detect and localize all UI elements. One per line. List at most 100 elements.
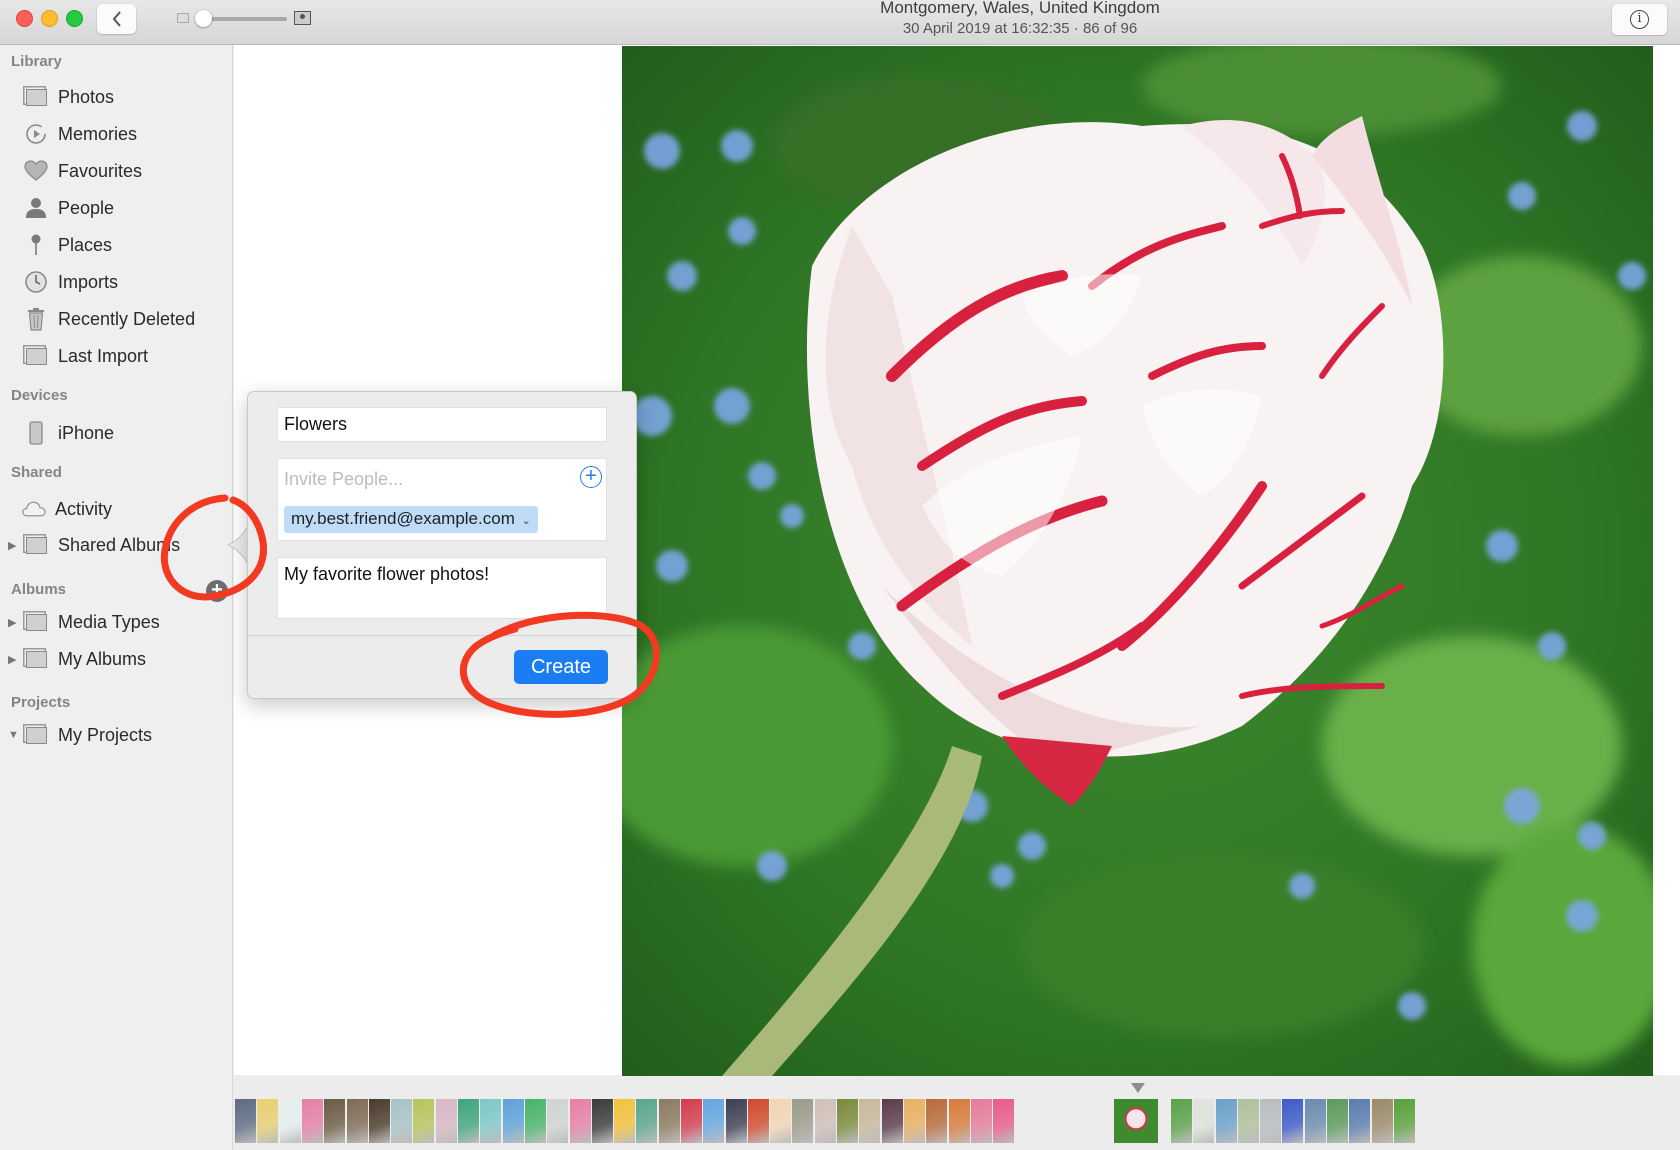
- filmstrip-thumbnail[interactable]: [815, 1099, 836, 1143]
- filmstrip-thumbnail[interactable]: [681, 1099, 702, 1143]
- filmstrip-thumbnail[interactable]: [280, 1099, 301, 1143]
- sidebar-item-label: My Projects: [58, 724, 153, 745]
- sidebar-item-recently-deleted[interactable]: Recently Deleted: [0, 303, 232, 335]
- disclosure-triangle-collapsed-icon[interactable]: ▶: [8, 539, 16, 552]
- sidebar-item-my-albums[interactable]: ▶ My Albums: [0, 643, 232, 675]
- filmstrip-thumbnail[interactable]: [1216, 1099, 1237, 1143]
- sidebar-item-shared-albums[interactable]: ▶ Shared Albums: [0, 529, 232, 561]
- filmstrip-thumbnail[interactable]: [1372, 1099, 1393, 1143]
- sidebar-item-memories[interactable]: Memories: [0, 118, 232, 150]
- filmstrip-thumbnail[interactable]: [971, 1099, 992, 1143]
- sidebar-item-people[interactable]: People: [0, 192, 232, 224]
- filmstrip-thumbnail[interactable]: [324, 1099, 345, 1143]
- filmstrip-thumbnail[interactable]: [458, 1099, 479, 1143]
- filmstrip-thumbnail[interactable]: [1260, 1099, 1281, 1143]
- sidebar-item-places[interactable]: Places: [0, 229, 232, 261]
- filmstrip-thumbnail[interactable]: [770, 1099, 791, 1143]
- filmstrip-thumbnail[interactable]: [413, 1099, 434, 1143]
- create-button[interactable]: Create: [514, 650, 608, 684]
- filmstrip-thumbnail[interactable]: [1394, 1099, 1415, 1143]
- sidebar-item-my-projects[interactable]: ▼ My Projects: [0, 719, 232, 751]
- main-photo[interactable]: [622, 46, 1653, 1076]
- disclosure-triangle-collapsed-icon[interactable]: ▶: [8, 616, 16, 629]
- sidebar-item-media-types[interactable]: ▶ Media Types: [0, 606, 232, 638]
- filmstrip-thumbnail-selected[interactable]: [1114, 1099, 1158, 1143]
- filmstrip-thumbnail[interactable]: [703, 1099, 724, 1143]
- filmstrip-thumbnail[interactable]: [1171, 1099, 1192, 1143]
- invite-placeholder: Invite People...: [284, 469, 404, 489]
- sidebar-item-label: Memories: [58, 123, 138, 144]
- filmstrip-thumbnail[interactable]: [949, 1099, 970, 1143]
- filmstrip-thumbnail[interactable]: [1238, 1099, 1259, 1143]
- filmstrip-thumbnail[interactable]: [347, 1099, 368, 1143]
- filmstrip-thumbnail[interactable]: [570, 1099, 591, 1143]
- sidebar-item-label: Places: [58, 234, 113, 255]
- minimize-window-button[interactable]: [41, 10, 58, 27]
- disclosure-triangle-expanded-icon[interactable]: ▼: [8, 729, 19, 741]
- filmstrip-thumbnail[interactable]: [1282, 1099, 1303, 1143]
- filmstrip-thumbnail[interactable]: [1193, 1099, 1214, 1143]
- sidebar-item-label: Activity: [55, 498, 113, 519]
- invitee-email: my.best.friend@example.com: [291, 509, 515, 528]
- filmstrip-thumbnail[interactable]: [547, 1099, 568, 1143]
- filmstrip-thumbnail[interactable]: [257, 1099, 278, 1143]
- filmstrip-thumbnail[interactable]: [503, 1099, 524, 1143]
- sidebar-item-imports[interactable]: Imports: [0, 266, 232, 298]
- disclosure-triangle-collapsed-icon[interactable]: ▶: [8, 653, 16, 666]
- filmstrip-thumbnail[interactable]: [369, 1099, 390, 1143]
- invitee-token[interactable]: my.best.friend@example.com ⌄: [284, 506, 538, 533]
- add-invitee-plus-icon[interactable]: +: [580, 466, 602, 488]
- filmstrip-thumbnail[interactable]: [837, 1099, 858, 1143]
- add-shared-album-button[interactable]: +: [206, 580, 228, 602]
- iphone-icon: [24, 421, 48, 445]
- maximize-window-button[interactable]: [66, 10, 83, 27]
- filmstrip-thumbnail[interactable]: [302, 1099, 323, 1143]
- album-name-field[interactable]: Flowers: [277, 407, 607, 442]
- filmstrip-thumbnail[interactable]: [882, 1099, 903, 1143]
- sidebar-item-label: My Albums: [58, 648, 147, 669]
- filmstrip-thumbnail[interactable]: [859, 1099, 880, 1143]
- filmstrip-thumbnail[interactable]: [993, 1099, 1014, 1143]
- photos-icon: [24, 85, 48, 109]
- filmstrip-thumbnail[interactable]: [792, 1099, 813, 1143]
- sidebar-item-label: iPhone: [58, 422, 115, 443]
- filmstrip-thumbnail[interactable]: [436, 1099, 457, 1143]
- zoom-in-icon[interactable]: [294, 11, 311, 25]
- current-position-marker-icon: [1131, 1083, 1145, 1093]
- sidebar-item-label: People: [58, 197, 115, 218]
- album-comment-field[interactable]: My favorite flower photos!: [277, 557, 607, 619]
- chevron-left-icon: [112, 11, 121, 27]
- sidebar-item-label: Imports: [58, 271, 119, 292]
- filmstrip-thumbnail[interactable]: [592, 1099, 613, 1143]
- filmstrip-thumbnail[interactable]: [1327, 1099, 1348, 1143]
- filmstrip-thumbnail[interactable]: [926, 1099, 947, 1143]
- info-button[interactable]: i: [1612, 4, 1667, 35]
- memories-icon: [24, 122, 48, 146]
- zoom-out-icon[interactable]: [177, 13, 189, 23]
- close-window-button[interactable]: [16, 10, 33, 27]
- filmstrip-thumbnail[interactable]: [391, 1099, 412, 1143]
- sidebar-item-label: Media Types: [58, 611, 160, 632]
- chevron-down-icon[interactable]: ⌄: [522, 515, 531, 527]
- filmstrip-thumbnail[interactable]: [659, 1099, 680, 1143]
- filmstrip-thumbnail[interactable]: [614, 1099, 635, 1143]
- back-button[interactable]: [97, 4, 136, 34]
- filmstrip-thumbnail[interactable]: [748, 1099, 769, 1143]
- sidebar-item-favourites[interactable]: Favourites: [0, 155, 232, 187]
- album-icon: [24, 533, 48, 557]
- filmstrip-thumbnail[interactable]: [1305, 1099, 1326, 1143]
- filmstrip-thumbnail[interactable]: [726, 1099, 747, 1143]
- filmstrip-thumbnail[interactable]: [525, 1099, 546, 1143]
- zoom-slider-knob[interactable]: [195, 10, 212, 27]
- sidebar-item-activity[interactable]: Activity: [0, 493, 232, 525]
- filmstrip-thumbnail[interactable]: [480, 1099, 501, 1143]
- section-header-library: Library: [11, 53, 62, 70]
- filmstrip-thumbnail[interactable]: [235, 1099, 256, 1143]
- filmstrip-thumbnail[interactable]: [1349, 1099, 1370, 1143]
- sidebar-item-iphone[interactable]: iPhone: [0, 417, 232, 449]
- filmstrip-thumbnail[interactable]: [636, 1099, 657, 1143]
- filmstrip-thumbnail[interactable]: [904, 1099, 925, 1143]
- sidebar-item-last-import[interactable]: Last Import: [0, 340, 232, 372]
- sidebar-item-photos[interactable]: Photos: [0, 81, 232, 113]
- invite-people-field[interactable]: Invite People... + my.best.friend@exampl…: [277, 458, 607, 541]
